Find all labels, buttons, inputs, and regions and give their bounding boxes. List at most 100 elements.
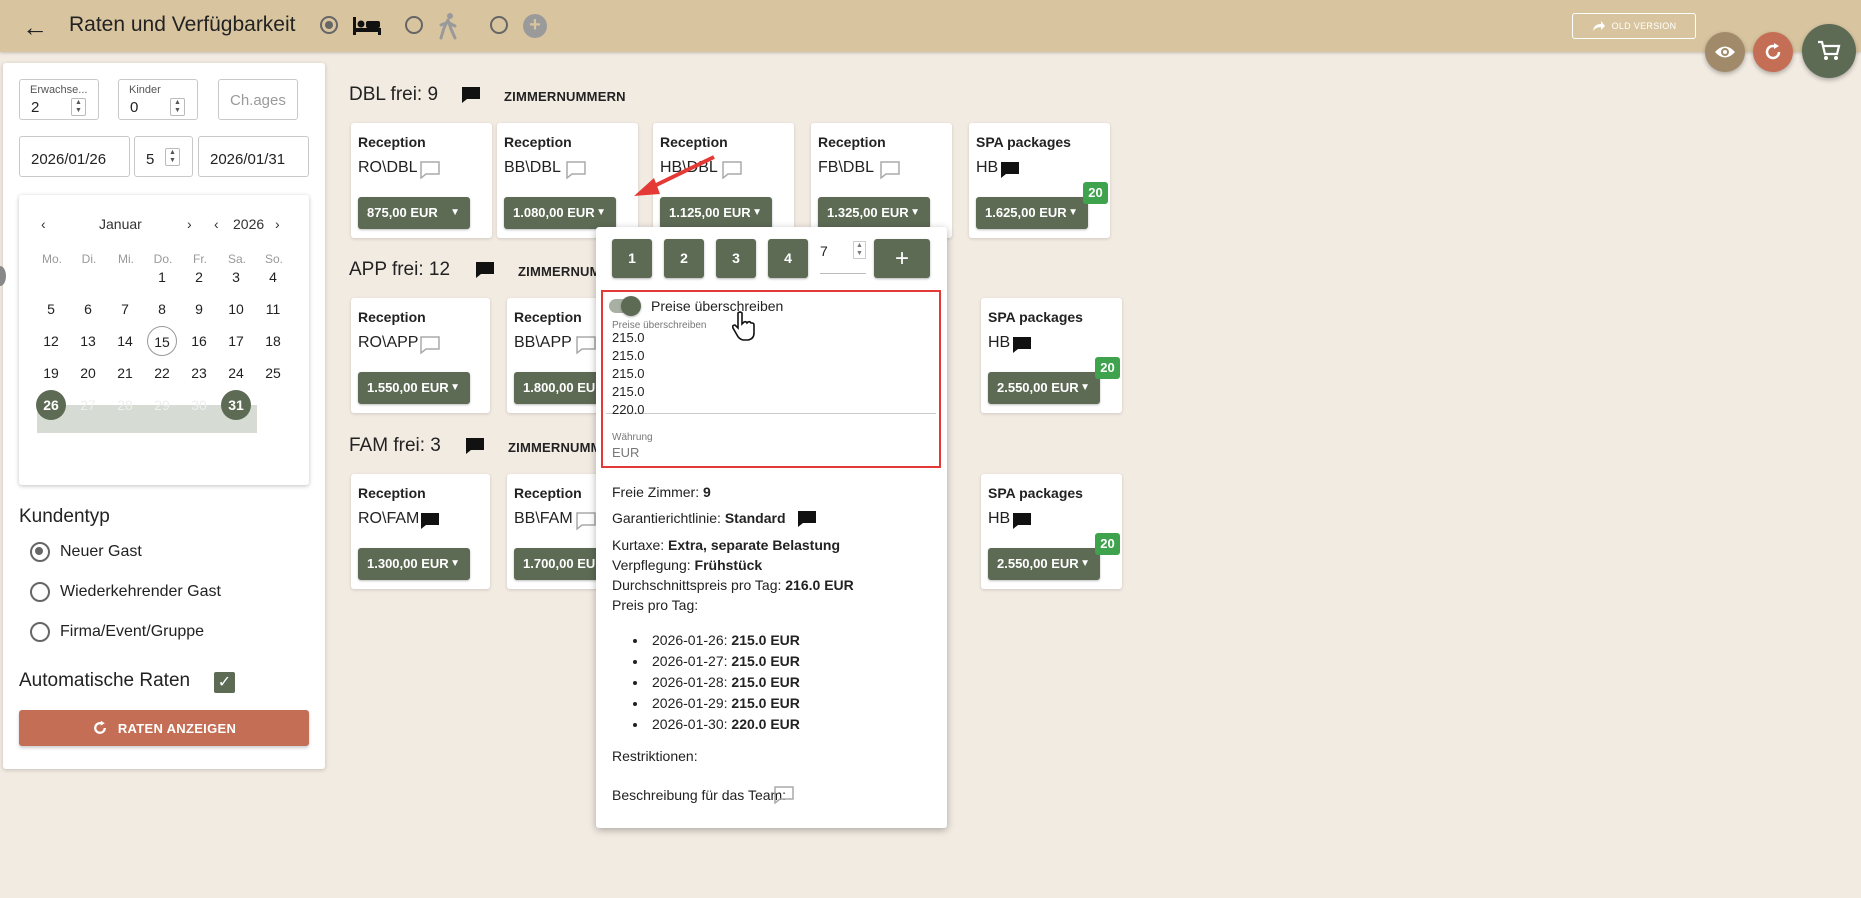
child-ages-field[interactable]: Ch.ages	[218, 79, 298, 120]
calendar-day[interactable]: 8	[147, 294, 177, 324]
comment-filled-icon[interactable]	[420, 512, 440, 530]
preview-button[interactable]	[1705, 32, 1745, 72]
calendar-day[interactable]: 13	[73, 326, 103, 356]
calendar-day[interactable]: 24	[221, 358, 251, 388]
mode-radio-bed[interactable]	[320, 16, 338, 34]
comment-outline-icon[interactable]	[774, 786, 794, 804]
price-dropdown-button[interactable]: 1.300,00 EUR ▼	[358, 548, 470, 580]
comment-filled-icon[interactable]	[1012, 336, 1032, 354]
rate-card[interactable]: SPA packages HB 1.625,00 EUR ▼ 20	[969, 123, 1110, 238]
calendar-day[interactable]: 23	[184, 358, 214, 388]
calendar-day[interactable]: 19	[36, 358, 66, 388]
calendar-day[interactable]: 28	[110, 390, 140, 420]
calendar-day[interactable]: 21	[110, 358, 140, 388]
next-month-icon[interactable]: ›	[187, 216, 192, 232]
calendar-day[interactable]: 15	[147, 326, 177, 356]
children-field[interactable]: Kinder 0 ▲ ▼	[118, 79, 198, 120]
calendar-day[interactable]: 3	[221, 262, 251, 292]
children-stepper[interactable]: ▲ ▼	[170, 98, 185, 116]
room-numbers-link[interactable]: ZIMMERNUMMERN	[504, 89, 626, 104]
comment-filled-icon[interactable]	[1000, 161, 1020, 179]
calendar-day[interactable]: 1	[147, 262, 177, 292]
price-dropdown-button[interactable]: 2.550,00 EUR ▼	[988, 372, 1100, 404]
currency-value[interactable]: EUR	[612, 445, 639, 460]
calendar-day[interactable]: 12	[36, 326, 66, 356]
mode-radio-add[interactable]	[490, 16, 508, 34]
calendar-day[interactable]: 26	[36, 390, 66, 420]
departure-date-field[interactable]: 2026/01/31	[198, 136, 309, 177]
cart-button[interactable]	[1802, 24, 1856, 78]
price-dropdown-button[interactable]: 1.325,00 EUR ▼	[818, 197, 930, 229]
arrival-date-field[interactable]: 2026/01/26	[19, 136, 130, 177]
calendar-day[interactable]: 25	[258, 358, 288, 388]
calendar-day[interactable]: 22	[147, 358, 177, 388]
adults-stepper[interactable]: ▲ ▼	[71, 98, 86, 116]
prev-month-icon[interactable]: ‹	[41, 216, 46, 232]
price-dropdown-button[interactable]: 2.550,00 EUR ▼	[988, 548, 1100, 580]
rate-card[interactable]: SPA packages HB 2.550,00 EUR ▼ 20	[981, 474, 1122, 589]
rate-card[interactable]: Reception RO\FAM 1.300,00 EUR ▼	[351, 474, 490, 589]
calendar-day[interactable]: 30	[184, 390, 214, 420]
calendar-day[interactable]: 16	[184, 326, 214, 356]
add-button[interactable]: +	[874, 239, 930, 278]
calendar-day[interactable]: 6	[73, 294, 103, 324]
refresh-button[interactable]	[1753, 32, 1793, 72]
option-company[interactable]: Firma/Event/Gruppe	[60, 623, 204, 641]
calendar-day[interactable]: 31	[221, 390, 251, 420]
price-dropdown-button[interactable]: 1.550,00 EUR ▼	[358, 372, 470, 404]
rate-card[interactable]: Reception BB\DBL 1.080,00 EUR ▼	[497, 123, 638, 238]
comment-outline-icon[interactable]	[722, 161, 742, 179]
qty-button-1[interactable]: 1	[612, 239, 652, 278]
rate-card[interactable]: SPA packages HB 2.550,00 EUR ▼ 20	[981, 298, 1122, 413]
rate-card[interactable]: Reception RO\APP 1.550,00 EUR ▼	[351, 298, 490, 413]
calendar-day[interactable]: 14	[110, 326, 140, 356]
calendar-day[interactable]: 2	[184, 262, 214, 292]
calendar-day[interactable]: 18	[258, 326, 288, 356]
rate-card[interactable]: Reception FB\DBL 1.325,00 EUR ▼	[811, 123, 952, 238]
comment-outline-icon[interactable]	[566, 161, 586, 179]
calendar-day[interactable]: 11	[258, 294, 288, 324]
calendar-day[interactable]: 4	[258, 262, 288, 292]
nights-stepper[interactable]: ▲ ▼	[165, 148, 180, 166]
calendar-day[interactable]: 5	[36, 294, 66, 324]
price-dropdown-button[interactable]: 875,00 EUR ▼	[358, 197, 470, 229]
comment-filled-icon[interactable]	[1012, 512, 1032, 530]
calendar-day[interactable]: 7	[110, 294, 140, 324]
qty-button-3[interactable]: 3	[716, 239, 756, 278]
calendar-day[interactable]: 17	[221, 326, 251, 356]
comment-filled-icon[interactable]	[461, 86, 481, 104]
price-dropdown-button[interactable]: 1.625,00 EUR ▼	[976, 197, 1088, 229]
arrow-back-icon[interactable]: ←	[22, 12, 48, 43]
comment-filled-icon[interactable]	[475, 261, 495, 279]
option-returning-guest[interactable]: Wiederkehrender Gast	[60, 583, 221, 601]
mode-radio-walk[interactable]	[405, 16, 423, 34]
prev-year-icon[interactable]: ‹	[214, 216, 219, 232]
comment-filled-icon[interactable]	[465, 437, 485, 455]
comment-outline-icon[interactable]	[880, 161, 900, 179]
qty-button-4[interactable]: 4	[768, 239, 808, 278]
adults-field[interactable]: Erwachse... 2 ▲ ▼	[19, 79, 99, 120]
radio-returning-guest[interactable]	[30, 582, 50, 602]
calendar-day[interactable]: 29	[147, 390, 177, 420]
comment-outline-icon[interactable]	[420, 336, 440, 354]
radio-new-guest[interactable]	[30, 542, 50, 562]
comment-outline-icon[interactable]	[420, 161, 440, 179]
auto-rates-checkbox[interactable]: ✓	[214, 672, 235, 693]
old-version-button[interactable]: OLD VERSION	[1572, 13, 1696, 39]
calendar-day[interactable]: 27	[73, 390, 103, 420]
nights-field[interactable]: 5 ▲ ▼	[134, 136, 193, 177]
rate-card[interactable]: Reception RO\DBL 875,00 EUR ▼	[351, 123, 492, 238]
calendar-day[interactable]: 9	[184, 294, 214, 324]
price-dropdown-button[interactable]: 1.080,00 EUR ▼	[504, 197, 616, 229]
radio-company[interactable]	[30, 622, 50, 642]
qty-button-2[interactable]: 2	[664, 239, 704, 278]
override-values-field[interactable]: 215.0 215.0 215.0 215.0 220.0	[606, 330, 936, 417]
qty-stepper[interactable]: ▲ ▼	[853, 241, 866, 259]
comment-outline-icon[interactable]	[576, 512, 596, 530]
qty-input[interactable]: 7 ▲ ▼	[820, 241, 866, 274]
show-rates-button[interactable]: RATEN ANZEIGEN	[19, 710, 309, 746]
calendar-day[interactable]: 10	[221, 294, 251, 324]
comment-filled-icon[interactable]	[797, 510, 817, 528]
comment-outline-icon[interactable]	[576, 336, 596, 354]
override-toggle[interactable]	[609, 296, 641, 316]
